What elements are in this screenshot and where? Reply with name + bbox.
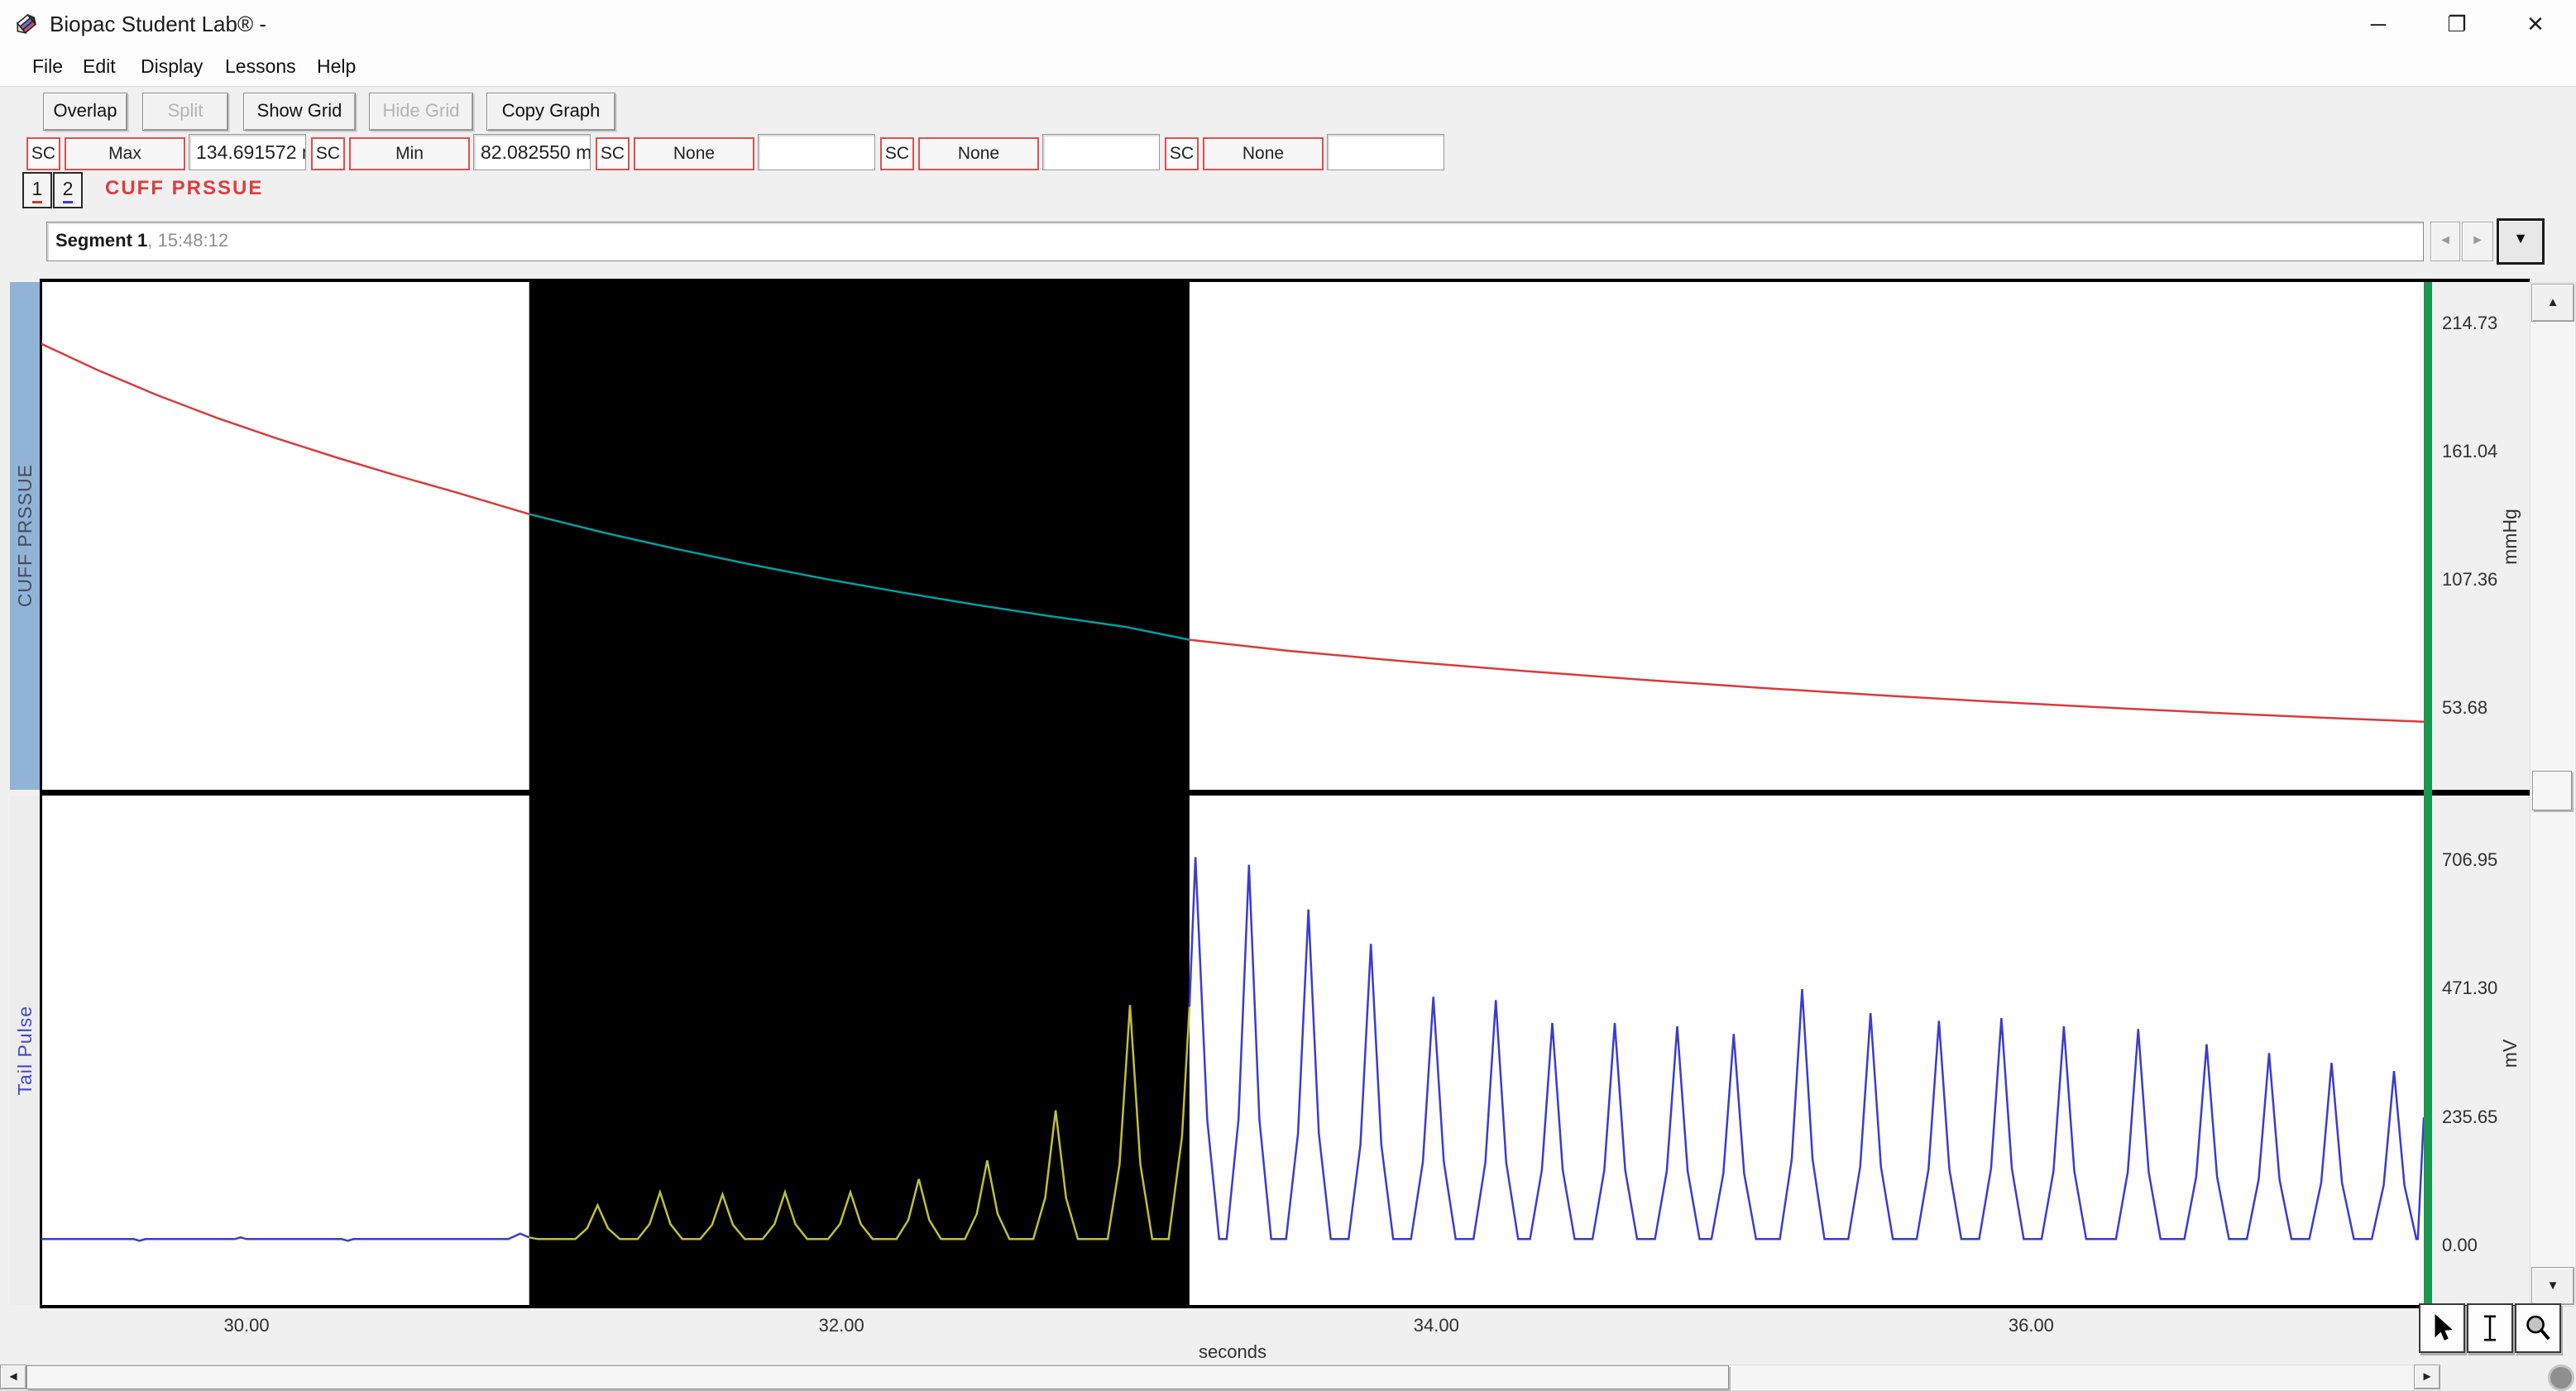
- trace-tail-pulse: [1188, 857, 2425, 1240]
- y-axis-unit-ch1: mmHg: [2499, 509, 2521, 565]
- pointer-tool-button[interactable]: [2419, 1303, 2465, 1353]
- ibeam-tool-button[interactable]: [2467, 1303, 2513, 1353]
- scroll-left-button[interactable]: ◄: [0, 1365, 26, 1389]
- vertical-scrollbar-thumb[interactable]: [2532, 771, 2572, 810]
- app-window: Biopac Student Lab® - ─ ❐ ✕ File Edit Di…: [0, 0, 2576, 1391]
- y-tick-label: 0.00: [2442, 1235, 2478, 1256]
- x-tick-label: 32.00: [818, 1315, 864, 1336]
- scroll-up-button[interactable]: ▲: [2531, 284, 2574, 322]
- y-tick-label: 53.68: [2442, 696, 2488, 718]
- pointer-icon: [2435, 1314, 2453, 1341]
- magnifier-icon: [2526, 1315, 2550, 1341]
- y-axis-unit-ch2: mV: [2499, 1039, 2521, 1068]
- trace-cuff-prssue: [41, 342, 530, 515]
- zoom-tool-button[interactable]: [2515, 1303, 2561, 1353]
- x-tick-label: 36.00: [2008, 1315, 2054, 1336]
- ibeam-icon: [2483, 1315, 2497, 1341]
- y-tick-label: 235.65: [2442, 1106, 2498, 1127]
- y-tick-label: 706.95: [2442, 848, 2498, 870]
- selection-region[interactable]: [529, 796, 1190, 1305]
- x-tick-label: 34.00: [1413, 1315, 1459, 1336]
- horizontal-scrollbar-thumb[interactable]: [26, 1365, 1729, 1389]
- x-tick-label: 30.00: [223, 1315, 270, 1336]
- y-tick-label: 214.73: [2442, 312, 2498, 333]
- trace-cuff-prssue: [1189, 638, 2425, 723]
- scroll-right-button[interactable]: ►: [2414, 1365, 2440, 1389]
- x-axis-unit: seconds: [1199, 1341, 1266, 1362]
- resize-grip[interactable]: [2548, 1365, 2574, 1391]
- selection-region[interactable]: [529, 282, 1190, 790]
- y-tick-label: 161.04: [2442, 440, 2498, 461]
- trace-tail-pulse: [41, 1232, 530, 1242]
- scroll-down-button[interactable]: ▼: [2531, 1267, 2574, 1305]
- y-tick-label: 107.36: [2442, 568, 2498, 590]
- y-tick-label: 471.30: [2442, 978, 2498, 999]
- marker-line-green[interactable]: [2424, 282, 2432, 1305]
- waveform-canvas[interactable]: [0, 0, 2576, 1391]
